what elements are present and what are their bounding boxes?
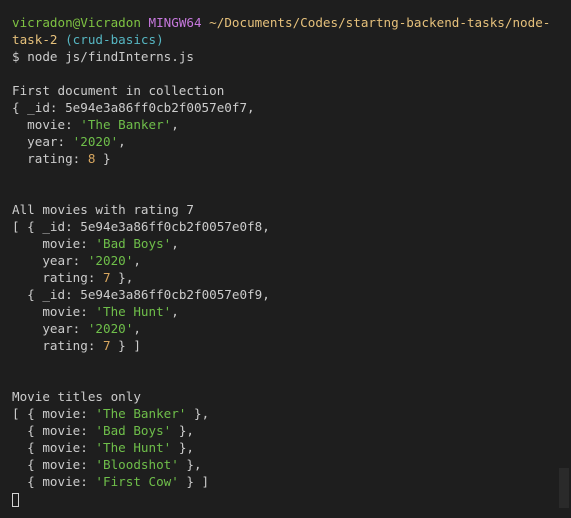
command-text: node js/findInterns.js	[27, 49, 194, 64]
doc-line: year: '2020',	[12, 134, 126, 149]
title-row: { movie: 'Bad Boys' },	[12, 423, 194, 438]
doc-line: rating: 7 },	[12, 270, 134, 285]
doc-line: { _id: 5e94e3a86ff0cb2f0057e0f9,	[12, 287, 270, 302]
doc-line: rating: 7 } ]	[12, 338, 141, 353]
movie-value: 'The Hunt'	[95, 304, 172, 319]
prompt-symbol: $	[12, 49, 20, 64]
command-line: $ node js/findInterns.js	[12, 48, 557, 65]
doc-line: rating: 8 }	[12, 151, 111, 166]
movie-title: 'Bad Boys'	[95, 423, 172, 438]
doc-line: year: '2020',	[12, 253, 141, 268]
prompt-branch: (crud-basics)	[65, 32, 164, 47]
doc-line: { _id: 5e94e3a86ff0cb2f0057e0f7,	[12, 100, 255, 115]
prompt-path: ~/Documents/Codes/startng-backend-tasks/…	[209, 15, 551, 30]
section-heading: All movies with rating 7	[12, 202, 194, 217]
doc-line: [ { _id: 5e94e3a86ff0cb2f0057e0f8,	[12, 219, 270, 234]
title-row: { movie: 'The Hunt' },	[12, 440, 194, 455]
title-row: { movie: 'First Cow' } ]	[12, 474, 210, 489]
doc-id: 5e94e3a86ff0cb2f0057e0f9,	[80, 287, 270, 302]
movie-title: 'Bloodshot'	[95, 457, 179, 472]
year-value: '2020'	[87, 253, 134, 268]
movie-value: 'Bad Boys'	[95, 236, 172, 251]
prompt-line-wrap: task-2 (crud-basics)	[12, 31, 557, 48]
input-line[interactable]	[12, 490, 557, 507]
rating-value: 7	[103, 270, 111, 285]
rating-value: 7	[103, 338, 111, 353]
section-heading: Movie titles only	[12, 389, 141, 404]
prompt-user: vicradon@Vicradon	[12, 15, 141, 30]
year-value: '2020'	[72, 134, 119, 149]
scrollbar[interactable]	[557, 0, 571, 511]
movie-value: 'The Banker'	[80, 117, 172, 132]
text-cursor	[12, 492, 19, 507]
doc-id: 5e94e3a86ff0cb2f0057e0f7,	[65, 100, 255, 115]
doc-line: movie: 'The Hunt',	[12, 304, 179, 319]
prompt-system: MINGW64	[148, 15, 202, 30]
status-bar	[0, 511, 571, 518]
prompt-path-cont: task-2	[12, 32, 58, 47]
scrollbar-thumb[interactable]	[559, 468, 569, 508]
movie-title: 'The Banker'	[95, 406, 187, 421]
year-value: '2020'	[87, 321, 134, 336]
doc-id: 5e94e3a86ff0cb2f0057e0f8,	[80, 219, 270, 234]
movie-title: 'First Cow'	[95, 474, 179, 489]
prompt-line: vicradon@Vicradon MINGW64 ~/Documents/Co…	[12, 14, 557, 31]
terminal-output[interactable]: vicradon@Vicradon MINGW64 ~/Documents/Co…	[12, 14, 557, 510]
doc-line: movie: 'The Banker',	[12, 117, 179, 132]
doc-line: movie: 'Bad Boys',	[12, 236, 179, 251]
section-heading: First document in collection	[12, 83, 225, 98]
title-row: [ { movie: 'The Banker' },	[12, 406, 210, 421]
movie-title: 'The Hunt'	[95, 440, 172, 455]
doc-line: year: '2020',	[12, 321, 141, 336]
title-row: { movie: 'Bloodshot' },	[12, 457, 202, 472]
